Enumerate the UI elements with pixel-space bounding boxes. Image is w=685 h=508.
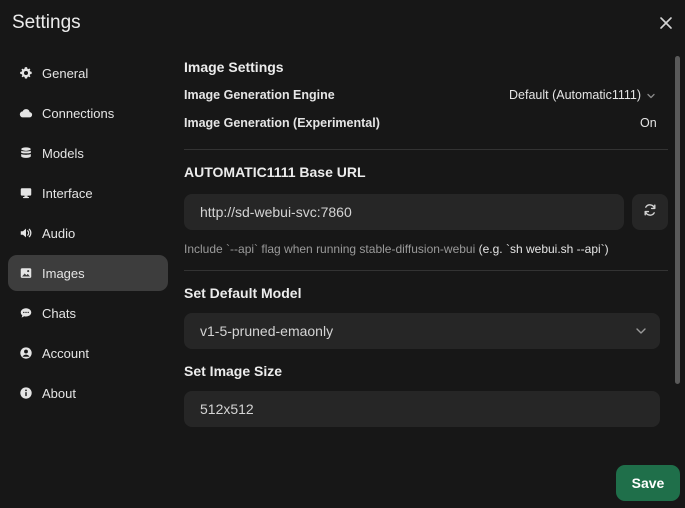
settings-sidebar: General Connections Models Interface Aud… (8, 55, 168, 415)
image-size-input[interactable]: 512x512 (184, 391, 660, 427)
sidebar-item-connections[interactable]: Connections (8, 95, 168, 131)
sidebar-item-chats[interactable]: Chats (8, 295, 168, 331)
content-scrollbar[interactable] (675, 56, 680, 384)
sidebar-item-label: Models (42, 145, 84, 161)
hint-example: (e.g. `sh webui.sh --api`) (478, 242, 609, 256)
base-url-value: http://sd-webui-svc:7860 (200, 204, 352, 220)
refresh-button[interactable] (632, 194, 668, 230)
default-model-heading: Set Default Model (184, 285, 302, 301)
default-model-value: v1-5-pruned-emaonly (200, 323, 334, 339)
sidebar-item-label: Images (42, 265, 85, 281)
close-icon[interactable] (657, 14, 675, 32)
chevron-down-icon[interactable] (645, 89, 657, 107)
sidebar-item-about[interactable]: About (8, 375, 168, 411)
sidebar-item-label: Connections (42, 105, 115, 121)
hint-text: Include `--api` flag when running stable… (184, 242, 476, 256)
sidebar-item-images[interactable]: Images (8, 255, 168, 291)
engine-select-value: Default (Automatic1111) (509, 88, 642, 102)
gear-icon (19, 66, 33, 80)
sidebar-item-label: Audio (42, 225, 76, 241)
section-divider (184, 270, 668, 271)
sidebar-item-label: General (42, 65, 89, 81)
chat-bubble-icon (19, 306, 33, 320)
image-size-value: 512x512 (200, 401, 254, 417)
experimental-label: Image Generation (Experimental) (184, 116, 380, 130)
experimental-toggle[interactable]: On (640, 116, 657, 130)
default-model-select[interactable]: v1-5-pruned-emaonly (184, 313, 660, 349)
sidebar-item-general[interactable]: General (8, 55, 168, 91)
cloud-icon (19, 106, 33, 120)
image-settings-heading: Image Settings (184, 59, 284, 75)
sidebar-item-audio[interactable]: Audio (8, 215, 168, 251)
sidebar-item-models[interactable]: Models (8, 135, 168, 171)
engine-select[interactable]: Default (Automatic1111) (509, 88, 641, 102)
chevron-down-icon[interactable] (634, 324, 648, 343)
sidebar-item-label: About (42, 385, 76, 401)
speaker-icon (19, 226, 33, 240)
image-icon (19, 266, 33, 280)
save-button[interactable]: Save (616, 465, 680, 501)
section-divider (184, 149, 668, 150)
info-icon (19, 386, 33, 400)
sidebar-item-account[interactable]: Account (8, 335, 168, 371)
user-circle-icon (19, 346, 33, 360)
sidebar-item-label: Account (42, 345, 89, 361)
dialog-title: Settings (12, 12, 81, 33)
settings-dialog: Settings General Connections Models Inte… (0, 0, 685, 508)
refresh-icon (642, 202, 658, 223)
base-url-hint: Include `--api` flag when running stable… (184, 242, 609, 256)
engine-label: Image Generation Engine (184, 88, 335, 102)
base-url-heading: AUTOMATIC1111 Base URL (184, 164, 366, 180)
base-url-input[interactable]: http://sd-webui-svc:7860 (184, 194, 624, 230)
monitor-icon (19, 186, 33, 200)
image-size-heading: Set Image Size (184, 363, 283, 379)
sidebar-item-interface[interactable]: Interface (8, 175, 168, 211)
sidebar-item-label: Chats (42, 305, 76, 321)
sidebar-item-label: Interface (42, 185, 93, 201)
database-icon (19, 146, 33, 160)
